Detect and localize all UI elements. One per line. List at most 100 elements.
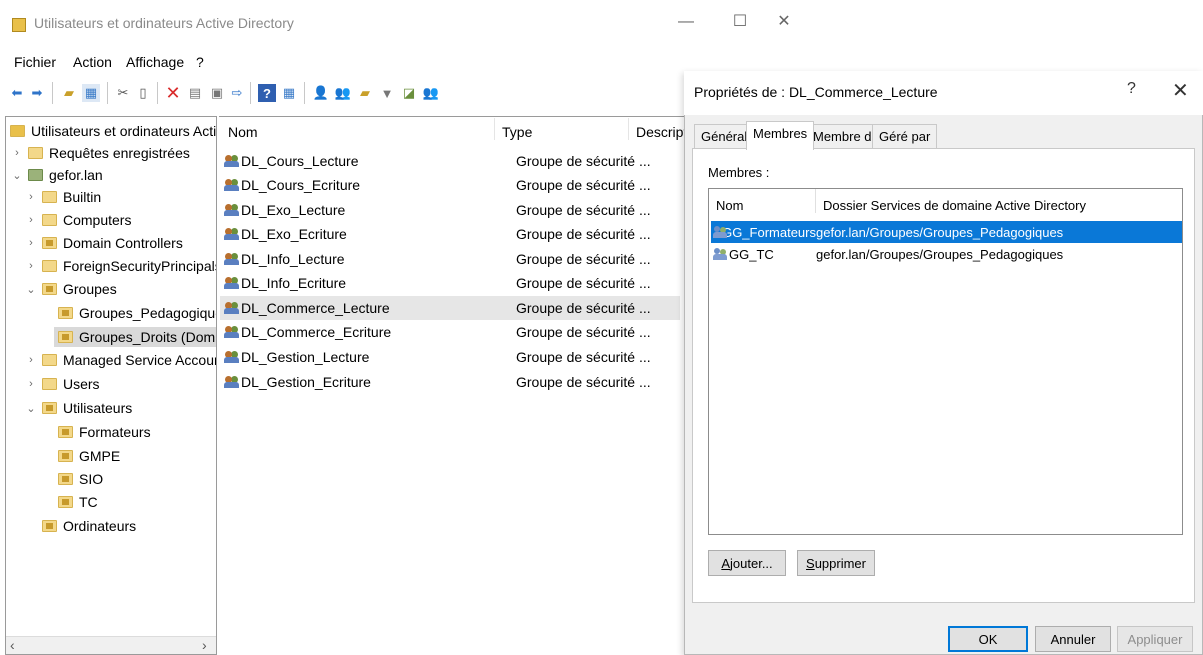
tree-item-label: Groupes xyxy=(63,281,117,297)
tab-gere-par[interactable]: Géré par xyxy=(872,124,938,148)
tree-item-domain[interactable]: ⌄ gefor.lan xyxy=(10,165,103,185)
tree-item-users[interactable]: › Users xyxy=(24,374,99,394)
tree-root[interactable]: Utilisateurs et ordinateurs Active xyxy=(8,121,216,141)
menu-help[interactable]: ? xyxy=(196,54,204,70)
tree-item-groupes-droits[interactable]: Groupes_Droits (Dom xyxy=(54,327,216,347)
column-separator[interactable] xyxy=(815,189,816,213)
window-title: Utilisateurs et ordinateurs Active Direc… xyxy=(34,15,294,31)
column-separator[interactable] xyxy=(628,118,629,140)
chevron-right-icon[interactable]: › xyxy=(10,147,24,159)
tree-horizontal-scrollbar[interactable]: ‹ › xyxy=(6,636,216,654)
list-item[interactable]: DL_Gestion_Lecture Groupe de sécurité ..… xyxy=(220,345,680,369)
tree-item-foreign-security-principals[interactable]: › ForeignSecurityPrincipals xyxy=(24,256,217,276)
minimize-button[interactable]: — xyxy=(674,12,698,32)
list-item[interactable]: DL_Info_Lecture Groupe de sécurité ... xyxy=(220,247,680,271)
forward-arrow-icon[interactable]: ➡ xyxy=(28,84,46,102)
new-group-icon[interactable]: 👥 xyxy=(334,84,352,102)
column-separator[interactable] xyxy=(494,118,495,140)
refresh-icon[interactable]: ▣ xyxy=(208,84,226,102)
member-row-selected[interactable]: GG_Formateurs gefor.lan/Groupes/Groupes_… xyxy=(711,221,1182,243)
help-icon[interactable]: ? xyxy=(258,84,276,102)
chevron-right-icon[interactable]: › xyxy=(24,191,38,203)
column-header-description[interactable]: Descripti xyxy=(636,124,690,140)
chevron-right-icon[interactable]: › xyxy=(24,237,38,249)
tree-item-label: SIO xyxy=(79,471,104,487)
chevron-right-icon[interactable]: › xyxy=(24,214,38,226)
members-column-name[interactable]: Nom xyxy=(716,198,743,213)
chevron-down-icon[interactable]: ⌄ xyxy=(10,169,24,182)
list-item[interactable]: DL_Cours_Ecriture Groupe de sécurité ... xyxy=(220,173,680,197)
maximize-button[interactable]: ☐ xyxy=(728,12,752,32)
add-member-button[interactable]: Ajouter... xyxy=(708,550,786,576)
scroll-right-icon[interactable]: › xyxy=(202,637,207,653)
chevron-right-icon[interactable]: › xyxy=(24,354,38,366)
list-item[interactable]: DL_Exo_Lecture Groupe de sécurité ... xyxy=(220,198,680,222)
find-icon[interactable]: ◪ xyxy=(400,84,418,102)
list-item[interactable]: DL_Exo_Ecriture Groupe de sécurité ... xyxy=(220,222,680,246)
toolbar-separator xyxy=(52,82,53,104)
up-folder-icon[interactable]: ▰ xyxy=(60,84,78,102)
back-arrow-icon[interactable]: ⬅ xyxy=(8,84,26,102)
list-item[interactable]: DL_Gestion_Ecriture Groupe de sécurité .… xyxy=(220,370,680,394)
close-button[interactable]: ✕ xyxy=(772,12,796,32)
list-item[interactable]: DL_Info_Ecriture Groupe de sécurité ... xyxy=(220,271,680,295)
new-ou-icon[interactable]: ▰ xyxy=(356,84,374,102)
tree-item-groupes-pedagogiques[interactable]: Groupes_Pedagogiques xyxy=(54,303,216,323)
tree-item-label: ForeignSecurityPrincipals xyxy=(63,258,217,274)
remove-member-button[interactable]: Supprimer xyxy=(797,550,875,576)
tree-item-label: Domain Controllers xyxy=(63,235,183,251)
tree-item-sio[interactable]: SIO xyxy=(54,469,103,489)
column-header-type[interactable]: Type xyxy=(502,124,532,140)
show-tree-icon[interactable]: ▦ xyxy=(82,84,100,102)
members-label: Membres : xyxy=(708,165,770,180)
apply-button[interactable]: Appliquer xyxy=(1117,626,1193,652)
tree-item-computers[interactable]: › Computers xyxy=(24,210,131,230)
tree-item-tc[interactable]: TC xyxy=(54,492,98,512)
menu-affichage[interactable]: Affichage xyxy=(126,54,184,70)
export-list-icon[interactable]: ⇨ xyxy=(228,84,246,102)
list-item-selected[interactable]: DL_Commerce_Lecture Groupe de sécurité .… xyxy=(220,296,680,320)
group-type: Groupe de sécurité ... xyxy=(516,275,651,291)
group-name: DL_Exo_Lecture xyxy=(241,202,346,218)
properties-icon[interactable]: ▤ xyxy=(186,84,204,102)
scroll-left-icon[interactable]: ‹ xyxy=(10,637,15,653)
tree-item-label: gefor.lan xyxy=(49,167,103,183)
chevron-right-icon[interactable]: › xyxy=(24,378,38,390)
cancel-button[interactable]: Annuler xyxy=(1035,626,1111,652)
tree-item-utilisateurs[interactable]: ⌄ Utilisateurs xyxy=(24,398,132,418)
button-label: Annuler xyxy=(1050,631,1096,647)
members-column-folder[interactable]: Dossier Services de domaine Active Direc… xyxy=(823,198,1086,213)
list-item[interactable]: DL_Commerce_Ecriture Groupe de sécurité … xyxy=(220,320,680,344)
mmc-view-icon[interactable]: ▦ xyxy=(280,84,298,102)
copy-icon[interactable]: ▯ xyxy=(134,84,152,102)
dialog-close-button[interactable]: ✕ xyxy=(1172,78,1189,103)
member-row[interactable]: GG_TC gefor.lan/Groupes/Groupes_Pedagogi… xyxy=(711,243,1182,265)
ok-button[interactable]: OK xyxy=(948,626,1028,652)
tree-item-saved-queries[interactable]: › Requêtes enregistrées xyxy=(10,143,190,163)
chevron-right-icon[interactable]: › xyxy=(24,260,38,272)
menu-action[interactable]: Action xyxy=(73,54,112,70)
member-name: GG_Formateurs xyxy=(722,224,816,240)
dialog-help-button[interactable]: ? xyxy=(1127,80,1136,98)
new-user-icon[interactable]: 👤 xyxy=(312,84,330,102)
tree-item-domain-controllers[interactable]: › Domain Controllers xyxy=(24,233,183,253)
cut-icon[interactable]: ✂ xyxy=(114,84,132,102)
filter-icon[interactable]: ▼ xyxy=(378,84,396,102)
tree-item-builtin[interactable]: › Builtin xyxy=(24,187,101,207)
group-name: DL_Commerce_Ecriture xyxy=(241,324,392,340)
tree-item-formateurs[interactable]: Formateurs xyxy=(54,422,151,442)
list-item[interactable]: DL_Cours_Lecture Groupe de sécurité ... xyxy=(220,149,680,173)
chevron-down-icon[interactable]: ⌄ xyxy=(24,402,38,415)
menu-fichier[interactable]: Fichier xyxy=(14,54,56,70)
column-header-name[interactable]: Nom xyxy=(228,124,258,140)
tree-item-gmpe[interactable]: GMPE xyxy=(54,446,120,466)
member-name: GG_TC xyxy=(729,246,774,262)
add-to-group-icon[interactable]: 👥 xyxy=(422,84,440,102)
tree-item-groupes[interactable]: ⌄ Groupes xyxy=(24,279,117,299)
chevron-down-icon[interactable]: ⌄ xyxy=(24,283,38,296)
tab-membres[interactable]: Membres xyxy=(746,121,815,150)
tree-item-managed-service-accounts[interactable]: › Managed Service Accour xyxy=(24,350,216,370)
tree-item-ordinateurs[interactable]: Ordinateurs xyxy=(38,516,136,536)
folder-icon xyxy=(42,378,57,390)
delete-icon[interactable]: ✕ xyxy=(164,83,182,103)
